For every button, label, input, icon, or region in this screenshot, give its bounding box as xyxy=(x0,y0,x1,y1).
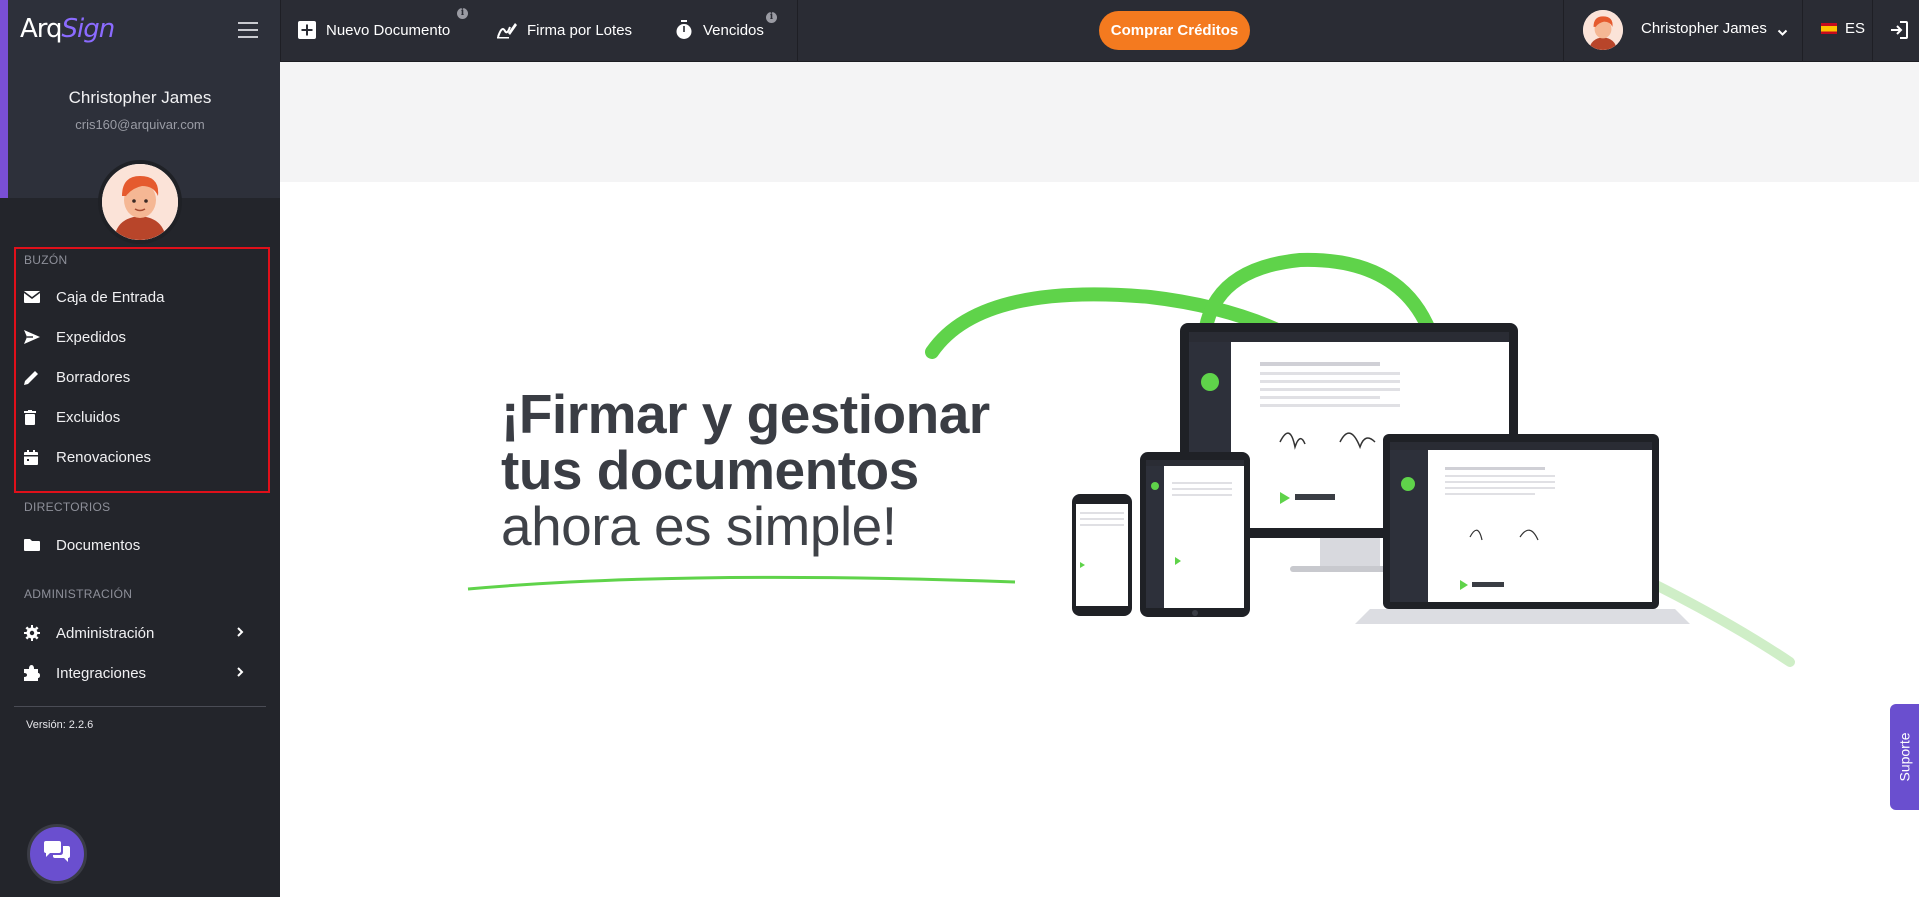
logout-icon[interactable] xyxy=(1889,20,1909,45)
sidebar-item-caja-de-entrada[interactable]: Caja de Entrada xyxy=(24,282,264,312)
app-version: Versión: 2.2.6 xyxy=(26,719,94,731)
sidebar-item-integraciones[interactable]: Integraciones xyxy=(24,658,264,688)
expired-label: Vencidos xyxy=(703,21,764,39)
chevron-right-icon xyxy=(236,625,244,642)
batch-sign-button[interactable]: Firma por Lotes xyxy=(497,18,632,42)
batch-sign-label: Firma por Lotes xyxy=(527,21,633,39)
sidebar-item-label: Expedidos xyxy=(56,328,127,346)
section-label-buzon: BUZÓN xyxy=(24,253,68,267)
sidebar-user-name: Christopher James xyxy=(68,88,212,107)
calendar-icon xyxy=(24,449,56,465)
pencil-icon xyxy=(24,370,56,385)
hero-headline-line-2: tus documentos xyxy=(501,439,919,501)
topbar-separator xyxy=(280,0,281,62)
support-tab[interactable]: Suporte xyxy=(1890,704,1919,810)
sidebar-item-label: Excluidos xyxy=(56,408,121,426)
spain-flag-icon xyxy=(1821,23,1837,34)
sidebar-item-label: Documentos xyxy=(56,536,141,554)
trash-icon xyxy=(24,409,56,425)
puzzle-icon xyxy=(24,665,56,681)
top-navigation-bar: Nuevo Documento i Firma por Lotes Vencid… xyxy=(280,0,1919,62)
stopwatch-icon xyxy=(675,20,693,40)
hamburger-menu-icon[interactable] xyxy=(238,22,258,38)
envelope-icon xyxy=(24,291,56,303)
buy-credits-button[interactable]: Comprar Créditos xyxy=(1099,11,1250,50)
topbar-separator xyxy=(1802,0,1803,62)
topbar-user-name[interactable]: Christopher James xyxy=(1641,20,1767,37)
main-content: ¡Firmar y gestionar tus documentos ahora… xyxy=(280,62,1919,897)
sidebar-divider xyxy=(14,706,266,707)
topbar-separator xyxy=(1872,0,1873,62)
plus-square-icon xyxy=(298,21,316,39)
section-label-administracion: ADMINISTRACIÓN xyxy=(24,587,133,601)
info-icon[interactable]: i xyxy=(766,12,777,23)
sidebar-item-renovaciones[interactable]: Renovaciones xyxy=(24,442,264,472)
sidebar-item-expedidos[interactable]: Expedidos xyxy=(24,322,264,352)
info-icon[interactable]: i xyxy=(457,8,468,19)
sidebar: ArqSign Christopher James cris160@arquiv… xyxy=(0,0,280,897)
hero-headline-line-1: ¡Firmar y gestionar xyxy=(501,383,990,445)
chat-button[interactable] xyxy=(27,824,87,884)
section-label-directorios: DIRECTORIOS xyxy=(24,500,111,514)
language-selector[interactable]: ES xyxy=(1821,20,1865,37)
language-label: ES xyxy=(1845,20,1866,37)
signature-icon xyxy=(497,21,517,39)
expired-button[interactable]: Vencidos xyxy=(675,18,764,42)
sidebar-item-label: Integraciones xyxy=(56,664,147,682)
avatar[interactable] xyxy=(98,160,182,244)
chat-icon xyxy=(44,840,70,868)
new-document-button[interactable]: Nuevo Documento xyxy=(298,18,450,42)
logo-prefix: Arq xyxy=(20,14,63,44)
sidebar-item-label: Renovaciones xyxy=(56,448,152,466)
sidebar-item-excluidos[interactable]: Excluidos xyxy=(24,402,264,432)
sidebar-item-label: Caja de Entrada xyxy=(56,288,165,306)
chevron-right-icon xyxy=(236,665,244,682)
folder-icon xyxy=(24,539,56,551)
send-icon xyxy=(24,330,56,344)
sidebar-item-label: Administración xyxy=(56,624,155,642)
topbar-avatar[interactable] xyxy=(1583,10,1623,50)
sidebar-item-administracion[interactable]: Administración xyxy=(24,618,264,648)
new-document-label: Nuevo Documento xyxy=(326,21,451,39)
app-logo[interactable]: ArqSign xyxy=(20,14,116,44)
hero-headline-line-3: ahora es simple! xyxy=(501,495,897,557)
support-label: Suporte xyxy=(1896,732,1913,782)
sidebar-item-documentos[interactable]: Documentos xyxy=(24,530,264,560)
chevron-down-icon[interactable] xyxy=(1777,24,1788,42)
topbar-separator xyxy=(797,0,798,62)
sidebar-user-email: cris160@arquivar.com xyxy=(75,117,205,132)
gear-icon xyxy=(24,625,56,641)
sidebar-item-borradores[interactable]: Borradores xyxy=(24,362,264,392)
topbar-separator xyxy=(1563,0,1564,62)
sidebar-item-label: Borradores xyxy=(56,368,131,386)
logo-suffix: Sign xyxy=(61,14,116,44)
